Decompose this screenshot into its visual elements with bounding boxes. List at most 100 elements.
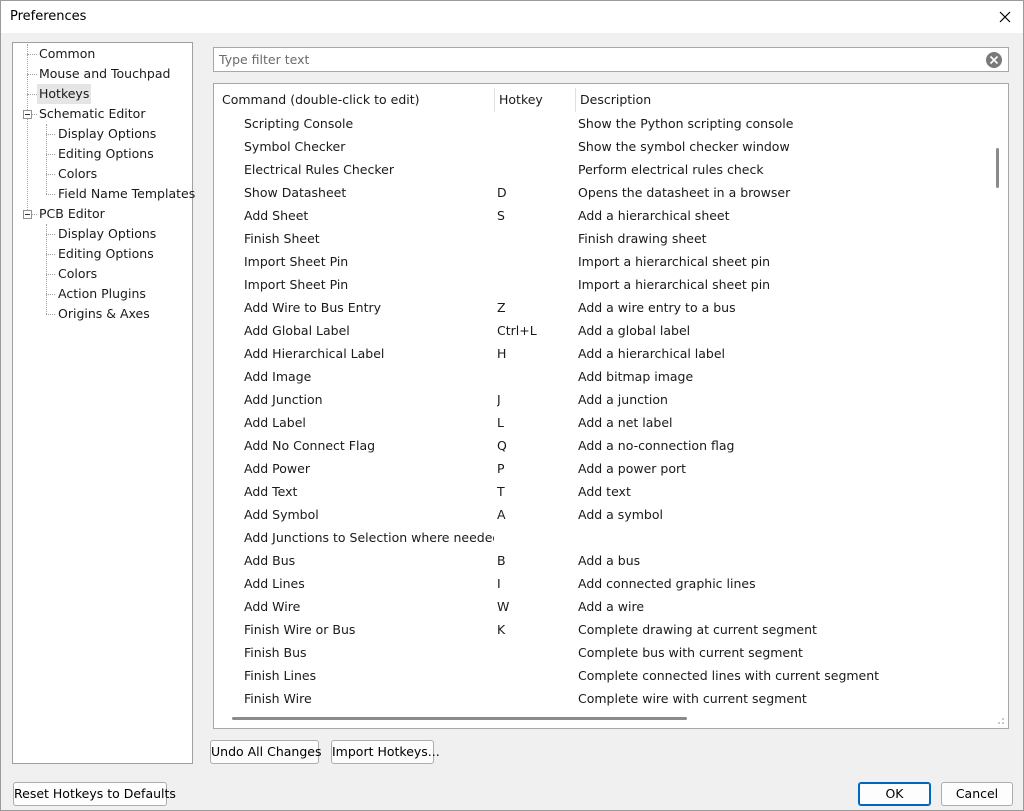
table-row[interactable]: Add Sheet S Add a hierarchical sheet — [218, 204, 993, 227]
table-row[interactable]: Finish Wire or Bus K Complete drawing at c… — [218, 618, 993, 641]
description-cell: Add a power port — [578, 461, 687, 476]
description-cell: Finish drawing sheet — [578, 231, 707, 246]
table-row[interactable]: Finish Lines Complete connected lines wit… — [218, 664, 993, 687]
window-title: Preferences — [10, 9, 87, 24]
hotkey-cell: D — [497, 185, 507, 200]
tree-item-field-name-templates[interactable]: Field Name Templates — [56, 184, 197, 204]
column-header-description[interactable]: Description — [576, 88, 993, 112]
hotkey-cell: T — [497, 484, 505, 499]
tree-item-pcb-editing-options[interactable]: Editing Options — [56, 244, 156, 264]
hotkey-cell — [497, 365, 577, 388]
reset-hotkeys-button[interactable]: Reset Hotkeys to Defaults — [13, 782, 176, 806]
command-cell: Scripting Console — [244, 116, 354, 131]
command-cell: Add Bus — [244, 553, 296, 568]
description-cell: Complete connected lines with current se… — [578, 668, 880, 683]
hotkey-cell — [497, 526, 577, 549]
table-row[interactable]: Electrical Rules Checker Perform electric… — [218, 158, 993, 181]
grid-body: Scripting Console Show the Python scripti… — [218, 112, 993, 708]
table-row[interactable]: Add Hierarchical Label H Add a hierarchica… — [218, 342, 993, 365]
tree-connector — [27, 54, 37, 55]
collapse-icon[interactable] — [23, 110, 32, 119]
horizontal-scrollbar[interactable] — [218, 710, 993, 724]
table-row[interactable]: Add Text T Add text — [218, 480, 993, 503]
table-row[interactable]: Show Datasheet D Opens the datasheet in a … — [218, 181, 993, 204]
undo-all-changes-button[interactable]: Undo All Changes — [210, 740, 321, 764]
tree-connector — [27, 74, 37, 75]
table-row[interactable]: Add Wire W Add a wire — [218, 595, 993, 618]
description-cell: Add text — [578, 484, 631, 499]
table-row[interactable]: Scripting Console Show the Python scripti… — [218, 112, 993, 135]
tree-connector — [46, 194, 55, 195]
hotkey-cell — [497, 687, 577, 708]
vertical-scroll-thumb[interactable] — [996, 148, 999, 188]
table-row[interactable]: Add Lines I Add connected graphic lines — [218, 572, 993, 595]
description-cell: Add bitmap image — [578, 369, 694, 384]
description-cell: Add a symbol — [578, 507, 663, 522]
tree-item-sch-display-options[interactable]: Display Options — [56, 124, 158, 144]
hotkeys-grid: Command (double-click to edit) Hotkey De… — [213, 83, 1009, 729]
tree-item-hotkeys[interactable]: Hotkeys — [37, 84, 92, 104]
import-hotkeys-button[interactable]: Import Hotkeys... — [331, 740, 440, 764]
vertical-scrollbar[interactable] — [992, 88, 1006, 710]
table-row[interactable]: Import Sheet Pin Import a hierarchical sh… — [218, 273, 993, 296]
tree-item-common[interactable]: Common — [37, 44, 97, 64]
preferences-tree[interactable]: Common Mouse and Touchpad Hotkeys Schema… — [12, 42, 195, 764]
tree-item-schematic-editor[interactable]: Schematic Editor — [37, 104, 147, 124]
tree-item-origins-axes[interactable]: Origins & Axes — [56, 304, 152, 324]
column-header-command[interactable]: Command (double-click to edit) — [218, 88, 495, 112]
hotkey-cell: L — [497, 415, 504, 430]
table-row[interactable]: Add Wire to Bus Entry Z Add a wire entry t… — [218, 296, 993, 319]
description-cell: Import a hierarchical sheet pin — [578, 254, 771, 269]
description-cell: Opens the datasheet in a browser — [578, 185, 791, 200]
description-cell: Show the symbol checker window — [578, 139, 790, 154]
description-cell: Add a wire entry to a bus — [578, 300, 736, 315]
description-cell: Add a net label — [578, 415, 673, 430]
column-header-hotkey[interactable]: Hotkey — [495, 88, 576, 112]
description-cell: Add a hierarchical sheet — [578, 208, 730, 223]
tree-item-pcb-colors[interactable]: Colors — [56, 264, 99, 284]
tree-connector — [46, 274, 55, 275]
clear-circle-x-icon[interactable] — [985, 51, 1003, 69]
description-cell: Add a junction — [578, 392, 668, 407]
table-row[interactable]: Add Junctions to Selection where needed — [218, 526, 993, 549]
description-cell: Perform electrical rules check — [578, 162, 764, 177]
horizontal-scroll-thumb[interactable] — [232, 717, 687, 720]
tree-connector — [27, 94, 37, 95]
description-cell: Complete drawing at current segment — [578, 622, 817, 637]
filter-input[interactable] — [217, 50, 977, 69]
command-cell: Add Power — [244, 461, 310, 476]
command-cell: Symbol Checker — [244, 139, 346, 154]
tree-item-mouse-touchpad[interactable]: Mouse and Touchpad — [37, 64, 172, 84]
table-row[interactable]: Finish Sheet Finish drawing sheet — [218, 227, 993, 250]
command-cell: Show Datasheet — [244, 185, 347, 200]
table-row[interactable]: Add Symbol A Add a symbol — [218, 503, 993, 526]
hotkey-cell: H — [497, 346, 507, 361]
tree-item-pcb-display-options[interactable]: Display Options — [56, 224, 158, 244]
description-cell: Add connected graphic lines — [578, 576, 756, 591]
title-bar[interactable]: Preferences — [1, 1, 1023, 33]
table-row[interactable]: Add Image Add bitmap image — [218, 365, 993, 388]
table-row[interactable]: Import Sheet Pin Import a hierarchical sh… — [218, 250, 993, 273]
tree-item-sch-editing-options[interactable]: Editing Options — [56, 144, 156, 164]
table-row[interactable]: Add Bus B Add a bus — [218, 549, 993, 572]
table-row[interactable]: Symbol Checker Show the symbol checker wi… — [218, 135, 993, 158]
tree-item-action-plugins[interactable]: Action Plugins — [56, 284, 148, 304]
command-cell: Finish Bus — [244, 645, 307, 660]
tree-item-pcb-editor[interactable]: PCB Editor — [37, 204, 107, 224]
command-cell: Import Sheet Pin — [244, 277, 349, 292]
table-row[interactable]: Finish Bus Complete bus with current segm… — [218, 641, 993, 664]
table-row[interactable]: Add Label L Add a net label — [218, 411, 993, 434]
collapse-icon[interactable] — [23, 210, 32, 219]
table-row[interactable]: Add Power P Add a power port — [218, 457, 993, 480]
ok-button[interactable]: OK — [858, 782, 931, 806]
tree-item-sch-colors[interactable]: Colors — [56, 164, 99, 184]
command-cell: Add Global Label — [244, 323, 350, 338]
close-button[interactable] — [991, 1, 1019, 33]
table-row[interactable]: Add Junction J Add a junction — [218, 388, 993, 411]
table-row[interactable]: Add No Connect Flag Q Add a no-connection … — [218, 434, 993, 457]
cancel-button[interactable]: Cancel — [941, 782, 1013, 806]
table-row[interactable]: Finish Wire Complete wire with current se… — [218, 687, 993, 708]
table-row[interactable]: Add Global Label Ctrl+L Add a global label — [218, 319, 993, 342]
command-cell: Add Symbol — [244, 507, 319, 522]
command-cell: Finish Lines — [244, 668, 317, 683]
